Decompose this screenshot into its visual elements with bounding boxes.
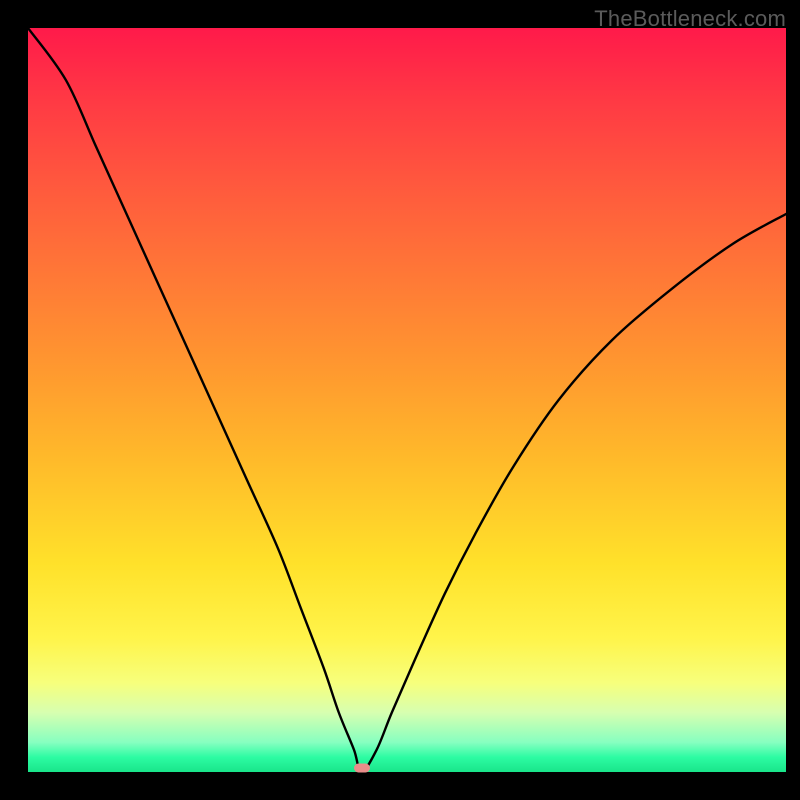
plot-area [28,28,786,772]
watermark-text: TheBottleneck.com [594,6,786,32]
minimum-marker [354,764,370,773]
bottleneck-curve-path [28,28,786,772]
curve-svg [28,28,786,772]
chart-frame: TheBottleneck.com [0,0,800,800]
